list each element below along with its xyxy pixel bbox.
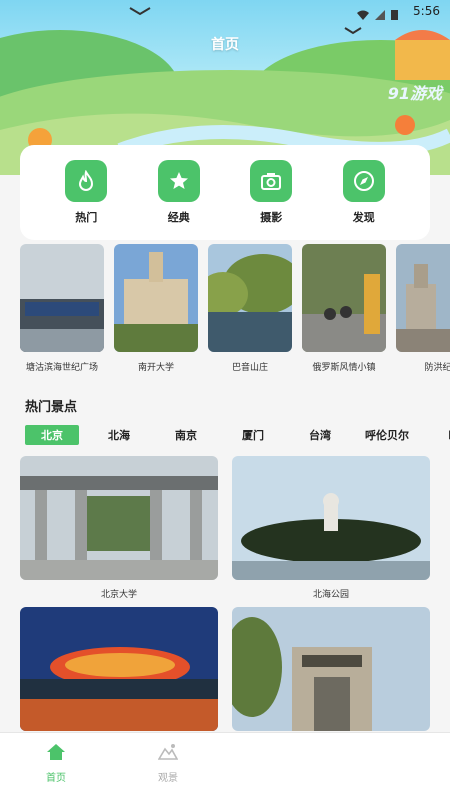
tab-beijing[interactable]: 北京 [25,425,79,445]
section-title: 热门景点 [25,400,78,415]
wifi-icon [357,5,369,24]
spot-card[interactable] [20,607,218,738]
scenic-label: 俄罗斯风情小镇 [312,363,376,373]
camera-icon [250,160,293,202]
compass-icon [342,160,385,202]
nav-scenery[interactable]: 观景 [138,743,198,784]
watermark-overlay: 9L游戏 91danji.com [250,732,450,800]
nav-label: 观景 [158,773,178,784]
watermark-url: 91danji.com [364,781,432,794]
tab-nanjing[interactable]: 南京 [159,425,213,445]
spot-photo [20,456,218,580]
tab-xiamen[interactable]: 厦门 [226,425,280,445]
scenic-photo [208,244,292,352]
fire-icon [65,160,108,202]
battery-icon [391,5,398,24]
watermark-logo: 9L游戏 [355,746,442,776]
status-icons [357,5,398,24]
scenic-label: 防洪纪 [424,363,450,373]
spot-photo [232,607,430,731]
scenic-strip[interactable]: 塘沽滨海世纪广场 南开大学 巴音山庄 俄罗斯风情小镇 防洪纪 [20,244,450,374]
scenic-card[interactable]: 防洪纪 [396,244,450,373]
signal-icon [375,5,385,24]
scenic-label: 巴音山庄 [231,363,268,373]
city-tabs: 北京 北海 南京 厦门 台湾 呼伦贝尔 喀 [25,425,450,447]
category-label: 发现 [352,211,375,224]
tab-beihai[interactable]: 北海 [92,425,146,445]
scenic-photo [302,244,386,352]
tab-hulunbuir[interactable]: 呼伦贝尔 [360,425,414,445]
scenic-photo [114,244,198,352]
mountain-icon [157,743,179,765]
home-icon [46,743,66,765]
spot-label: 北海公园 [312,590,349,600]
tab-taiwan[interactable]: 台湾 [293,425,347,445]
tab-ka[interactable]: 喀 [427,425,450,445]
spot-label: 北京大学 [100,590,137,600]
scenic-label: 塘沽滨海世纪广场 [25,363,98,373]
category-label: 热门 [75,211,98,224]
category-discover[interactable]: 发现 [334,160,394,225]
spot-card[interactable]: 北海公园 [232,456,430,600]
scenic-card[interactable]: 南开大学 [114,244,198,373]
status-bar: 5:56 [0,0,450,24]
spot-card[interactable] [232,607,430,738]
scenic-label: 南开大学 [137,363,174,373]
page-title: 首页 [211,37,239,53]
scenic-card[interactable]: 塘沽滨海世纪广场 [20,244,104,373]
category-hot[interactable]: 热门 [56,160,116,225]
scenic-card[interactable]: 俄罗斯风情小镇 [302,244,386,373]
star-icon [157,160,200,202]
nav-home[interactable]: 首页 [26,743,86,784]
scenic-photo [396,244,450,352]
category-photography[interactable]: 摄影 [241,160,301,225]
category-classic[interactable]: 经典 [149,160,209,225]
spot-photo [20,607,218,731]
scenic-card[interactable]: 巴音山庄 [208,244,292,373]
header-watermark: 91游戏 [387,84,442,103]
scenic-photo [20,244,104,352]
category-card: 热门 经典 摄影 发现 [20,145,430,240]
category-label: 摄影 [260,211,283,224]
spot-card[interactable]: 北京大学 [20,456,218,600]
spot-photo [232,456,430,580]
status-time: 5:56 [413,4,440,18]
nav-label: 首页 [46,773,66,784]
category-label: 经典 [167,211,190,224]
